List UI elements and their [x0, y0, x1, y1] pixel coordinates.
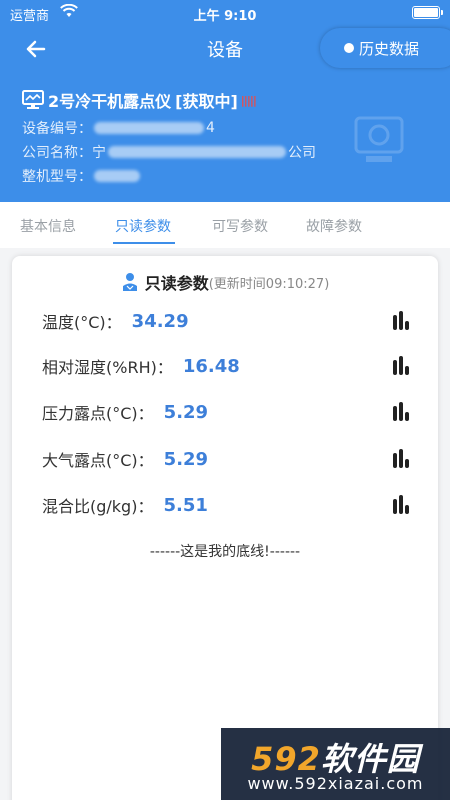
param-value: 5.51 [163, 494, 208, 516]
param-value: 16.48 [182, 355, 240, 377]
status-bar: 运营商 上午 9:10 [0, 0, 450, 26]
bar-chart-icon[interactable] [390, 448, 412, 470]
tab-readonly-params[interactable]: 只读参数 [115, 216, 171, 236]
device-id-suffix: 4 [206, 120, 215, 136]
bar-chart-icon[interactable] [390, 494, 412, 516]
battery-icon [412, 6, 443, 19]
device-watermark-icon [354, 116, 404, 162]
device-id-row: 设备编号： 4 [22, 118, 215, 138]
param-label: 温度(°C)： [42, 313, 122, 332]
company-prefix: 宁 [92, 145, 106, 161]
blurred-text [108, 146, 286, 158]
device-id-label: 设备编号： [22, 121, 92, 137]
company-label: 公司名称： [22, 145, 92, 161]
tab-bar: 基本信息 只读参数 可写参数 故障参数 [0, 202, 450, 248]
blurred-text [94, 170, 140, 182]
watermark-number: 592 [251, 740, 321, 778]
bar-chart-icon[interactable] [390, 355, 412, 377]
device-title: 2号冷干机露点仪 [获取中] ||||| [22, 88, 257, 112]
clock: 上午 9:10 [193, 9, 257, 24]
watermark-text: 软件园 [320, 740, 420, 778]
param-row-temperature: 温度(°C)： 34.29 [42, 306, 412, 336]
tab-basic-info[interactable]: 基本信息 [20, 216, 76, 236]
card-header: 只读参数 (更新时间09:10:27) [12, 270, 438, 294]
bar-chart-icon[interactable] [390, 401, 412, 423]
card-title: 只读参数 [144, 274, 209, 293]
param-label: 相对湿度(%RH)： [42, 358, 173, 377]
tab-writable-params[interactable]: 可写参数 [212, 216, 268, 236]
signal-icon: ||||| [240, 93, 257, 107]
company-row: 公司名称： 宁 公司 [22, 142, 316, 162]
header: 设备 历史数据 2号冷干机露点仪 [获取中] ||||| 设备编号： 4 公司名… [0, 26, 450, 202]
active-tab-indicator [113, 242, 175, 244]
param-label: 混合比(g/kg)： [42, 497, 154, 516]
device-name: 2号冷干机露点仪 [48, 92, 172, 111]
update-time: (更新时间09:10:27) [208, 276, 330, 292]
params-card: 只读参数 (更新时间09:10:27) 温度(°C)： 34.29 相对湿度(%… [12, 256, 438, 800]
device-status: [获取中] [175, 92, 238, 111]
bar-chart-icon[interactable] [390, 310, 412, 332]
monitor-icon [22, 90, 44, 109]
history-data-button[interactable]: 历史数据 [320, 28, 450, 68]
param-value: 34.29 [131, 310, 189, 332]
tab-fault-params[interactable]: 故障参数 [306, 216, 362, 236]
param-row-mixing-ratio: 混合比(g/kg)： 5.51 [42, 490, 412, 520]
param-value: 5.29 [163, 448, 209, 470]
site-watermark: 592软件园 www.592xiazai.com [221, 728, 450, 800]
model-row: 整机型号： [22, 166, 142, 186]
param-row-pressure-dewpoint: 压力露点(°C)： 5.29 [42, 397, 412, 427]
company-suffix: 公司 [288, 145, 316, 161]
toggle-dot-icon [344, 43, 354, 53]
watermark-url: www.592xiazai.com [247, 774, 424, 793]
param-value: 5.29 [163, 401, 209, 423]
param-label: 大气露点(°C)： [42, 451, 154, 470]
param-row-atmospheric-dewpoint: 大气露点(°C)： 5.29 [42, 444, 412, 474]
history-data-label: 历史数据 [359, 39, 420, 58]
user-icon [122, 273, 137, 291]
param-row-humidity: 相对湿度(%RH)： 16.48 [42, 351, 412, 381]
model-label: 整机型号： [22, 169, 92, 185]
blurred-text [94, 122, 204, 134]
end-of-list-text: ------这是我的底线!------ [149, 544, 301, 560]
param-label: 压力露点(°C)： [42, 404, 154, 423]
